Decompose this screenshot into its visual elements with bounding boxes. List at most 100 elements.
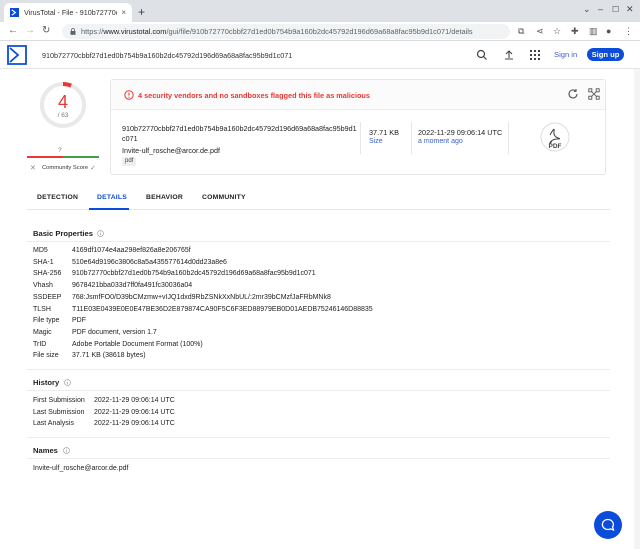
- reload-icon[interactable]: ↻: [42, 25, 50, 36]
- chevron-down-icon[interactable]: ⌄: [583, 4, 591, 15]
- lock-icon: [70, 28, 76, 35]
- community-score-bar: [27, 156, 99, 158]
- property-key: Last Analysis: [33, 420, 74, 427]
- chat-icon: [601, 518, 615, 532]
- community-score-label: Community Score: [42, 165, 89, 171]
- detection-count: 4: [57, 92, 68, 112]
- sign-up-button[interactable]: Sign up: [587, 48, 624, 61]
- close-window-icon[interactable]: ✕: [626, 4, 634, 15]
- browser-tab-bar: VirusTotal - File - 910b72770c × + ⌄ – ☐…: [0, 0, 640, 22]
- virustotal-logo-icon[interactable]: [6, 44, 28, 66]
- property-value: 2022-11-29 09:06:14 UTC: [94, 408, 175, 416]
- minimize-icon[interactable]: –: [598, 4, 603, 14]
- property-value: PDF: [72, 317, 86, 325]
- virustotal-favicon-icon: [10, 8, 19, 17]
- vote-malicious-icon[interactable]: ✕: [30, 164, 36, 172]
- basic-properties-title: Basic Properties: [33, 229, 93, 238]
- property-key: Last Submission: [33, 408, 85, 416]
- section-divider: [27, 241, 610, 242]
- chat-button[interactable]: [594, 511, 622, 539]
- property-key: TLSH: [33, 305, 51, 313]
- info-icon[interactable]: [63, 447, 70, 454]
- property-key: MD5: [33, 247, 48, 254]
- info-icon[interactable]: [64, 379, 71, 386]
- tab-community[interactable]: COMMUNITY: [202, 194, 246, 201]
- search-input[interactable]: 910b72770cbbf27d1ed0b754b9a160b2dc45792d…: [42, 51, 292, 60]
- tab-behavior[interactable]: BEHAVIOR: [146, 194, 183, 201]
- property-key: File size: [33, 352, 59, 360]
- section-divider: [27, 390, 610, 391]
- property-value: 2022-11-29 09:06:14 UTC: [94, 420, 175, 427]
- property-value: PDF document, version 1.7: [72, 328, 157, 336]
- names-title: Names: [33, 446, 58, 455]
- section-divider: [27, 458, 610, 459]
- tab-details[interactable]: DETAILS: [97, 194, 127, 201]
- info-icon[interactable]: [97, 230, 104, 237]
- property-key: Vhash: [33, 282, 53, 290]
- property-value: 510e64d9196c3806c8a5a435577614d0dd23a8e6: [72, 258, 227, 266]
- alert-icon: [124, 90, 134, 100]
- property-key: TrID: [33, 340, 47, 348]
- tab-title: VirusTotal - File - 910b72770c: [24, 8, 118, 17]
- search-icon[interactable]: [476, 49, 488, 61]
- bookmark-star-icon[interactable]: ☆: [553, 26, 561, 37]
- property-value: T11E03E0439E0E0E47BE36D2E879874CA90F5C6F…: [72, 305, 373, 313]
- analysis-relative-date: a moment ago: [418, 138, 463, 145]
- sign-in-link[interactable]: Sign in: [554, 50, 577, 59]
- profile-avatar-icon[interactable]: ●: [606, 26, 611, 36]
- name-item: Invite-ulf_rosche@arcor.de.pdf: [33, 465, 129, 472]
- section-divider: [27, 369, 610, 370]
- forward-icon[interactable]: →: [25, 25, 35, 36]
- back-icon[interactable]: ←: [8, 25, 18, 36]
- file-tag[interactable]: pdf: [122, 157, 137, 166]
- property-value: 9678421bba033d7ff0fa491fc30036a04: [72, 282, 193, 290]
- file-size-label: Size: [369, 138, 383, 145]
- pdf-icon-label: PDF: [549, 143, 562, 150]
- property-value: 768:JsmfFO0/D39bCMzmw+vIJQ1dxd9RbZSNkXxN…: [72, 293, 331, 301]
- url-input[interactable]: https://www.virustotal.com/gui/file/910b…: [62, 24, 510, 39]
- property-value: 2022-11-29 09:06:14 UTC: [94, 397, 175, 404]
- share-icon[interactable]: ⋖: [536, 26, 544, 37]
- property-value: Adobe Portable Document Format (100%): [72, 340, 203, 348]
- detection-alert: 4 security vendors and no sandboxes flag…: [111, 80, 605, 110]
- page-scrollbar[interactable]: [634, 69, 640, 549]
- property-key: First Submission: [33, 397, 85, 404]
- new-tab-icon[interactable]: +: [138, 5, 145, 19]
- browser-menu-icon[interactable]: ⋮: [624, 26, 633, 37]
- property-key: SHA-256: [33, 270, 62, 278]
- analysis-date: 2022-11-29 09:06:14 UTC: [418, 128, 503, 137]
- reanalyze-icon[interactable]: [567, 88, 579, 100]
- vote-harmless-icon[interactable]: ✓: [90, 164, 96, 172]
- section-divider: [27, 437, 610, 438]
- property-key: SHA-1: [33, 258, 54, 266]
- history-title: History: [33, 378, 60, 387]
- property-key: File type: [33, 317, 60, 325]
- property-key: SSDEEP: [33, 293, 62, 301]
- divider: [360, 122, 361, 154]
- upload-icon[interactable]: [503, 49, 515, 61]
- alert-text: 4 security vendors and no sandboxes flag…: [138, 91, 370, 100]
- install-app-icon[interactable]: ⧉: [518, 26, 524, 37]
- community-score-value: ?: [58, 147, 62, 154]
- close-tab-icon[interactable]: ×: [121, 8, 126, 17]
- side-panel-icon[interactable]: ▥: [589, 26, 598, 37]
- report-tabs: DETECTION DETAILS BEHAVIOR COMMUNITY: [27, 190, 610, 210]
- pdf-file-icon: PDF: [540, 122, 570, 152]
- divider: [508, 122, 509, 154]
- extensions-icon[interactable]: ✚: [571, 26, 579, 37]
- maximize-icon[interactable]: ☐: [612, 5, 619, 14]
- apps-grid-icon[interactable]: [529, 49, 541, 61]
- divider: [411, 122, 412, 154]
- file-hash: 910b72770cbbf27d1ed0b754b9a160b2dc45792d…: [122, 124, 357, 143]
- url-text: https://www.virustotal.com/gui/file/910b…: [81, 27, 473, 36]
- tab-detection[interactable]: DETECTION: [37, 194, 78, 201]
- address-bar: ← → ↻ https://www.virustotal.com/gui/fil…: [0, 22, 640, 41]
- active-tab-indicator: [89, 208, 129, 210]
- property-value: 37.71 KB (38618 bytes): [72, 352, 146, 360]
- graph-icon[interactable]: [588, 88, 600, 100]
- file-name: Invite-ulf_rosche@arcor.de.pdf: [122, 146, 220, 155]
- browser-tab[interactable]: VirusTotal - File - 910b72770c ×: [4, 3, 132, 22]
- file-summary-card: 4 security vendors and no sandboxes flag…: [110, 79, 606, 175]
- detection-total: / 63: [57, 112, 69, 119]
- property-value: 910b72770cbbf27d1ed0b754b9a160b2dc45792d…: [72, 270, 316, 278]
